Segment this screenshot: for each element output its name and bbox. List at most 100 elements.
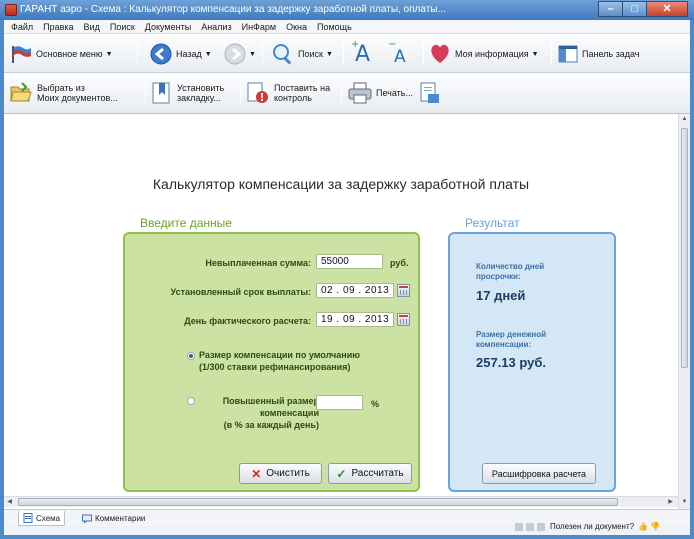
chevron-down-icon: ▼ [531,50,539,58]
menu-search[interactable]: Поиск [105,20,140,33]
input-section-heading: Введите данные [140,216,232,230]
title-bar[interactable]: ГАРАНТ аэро - Схема : Калькулятор компен… [0,0,694,20]
due-date-input[interactable]: 02 . 09 . 2013 [316,283,394,298]
calculate-button-label: Рассчитать [351,468,404,479]
scroll-up-icon[interactable]: ▲ [679,114,690,124]
put-on-control-button[interactable]: Поставить на контроль [247,78,330,108]
tab-scheme-label: Схема [36,513,61,523]
main-menu-button[interactable]: Основное меню ▼ [10,39,113,69]
menu-analysis[interactable]: Анализ [196,20,236,33]
forward-button[interactable]: ▼ [224,39,256,69]
toolbar-separator [423,40,424,66]
calculation-details-button[interactable]: Расшифровка расчета [482,463,596,484]
back-button[interactable]: Назад ▼ [150,39,212,69]
calendar-icon[interactable] [397,284,410,297]
chevron-down-icon: ▼ [249,50,256,58]
result-panel: Количество дней просрочки: 17 дней Разме… [448,232,616,492]
menu-infarm[interactable]: ИнФарм [237,20,281,33]
printer-icon [348,82,372,104]
calendar-icon[interactable] [397,313,410,326]
my-info-label: Моя информация [455,49,529,59]
toolbar-separator [341,79,342,105]
result-section-heading: Результат [465,216,520,230]
thumbs-up-icon[interactable]: 👍 [638,522,648,531]
font-increase-icon: A + [351,37,377,67]
increased-compensation-label-line3: (в % за каждый день) [223,420,319,430]
bookmark-icon [152,82,172,104]
search-label: Поиск [298,49,323,59]
increased-compensation-label-line1: Повышенный размер [222,396,319,406]
default-compensation-label-line1: Размер компенсации по умолчанию [199,350,360,360]
due-date-label: Установленный срок выплаты: [170,287,311,297]
vertical-scrollbar[interactable]: ▲ ▼ [678,114,690,509]
back-label: Назад [176,49,202,59]
print-button[interactable]: Печать... [348,78,413,108]
scroll-right-icon[interactable]: ▶ [665,497,676,507]
control-label-line1: Поставить на [274,83,331,93]
compensation-amount-value: 257.13 руб. [476,355,547,370]
menu-edit[interactable]: Правка [38,20,78,33]
horizontal-scrollbar[interactable]: ◀ ▶ [4,496,678,507]
unpaid-amount-input[interactable]: 55000 [316,254,383,269]
tab-scheme[interactable]: Схема [18,511,66,526]
increased-compensation-label: Повышенный размер компенсации (в % за ка… [191,395,319,431]
horizontal-scroll-thumb[interactable] [18,498,618,506]
comments-icon [82,514,92,524]
document-export-icon [420,82,440,104]
menu-file[interactable]: Файл [6,20,38,33]
svg-text:−: − [388,39,396,50]
toolbar-separator [343,40,344,66]
clear-button[interactable]: ✕ Очистить [239,463,322,484]
scheme-doc-icon [23,513,33,523]
minimize-button[interactable]: – [598,1,622,17]
app-window: ГАРАНТ аэро - Схема : Калькулятор компен… [0,0,694,539]
choose-from-my-docs-button[interactable]: Выбрать из Моих документов... [10,78,118,108]
garant-app-icon [5,4,17,16]
task-panel-label: Панель задач [582,49,640,59]
thumbs-down-icon[interactable]: 👎 [650,522,660,531]
toolbar-separator [262,40,263,66]
decrease-font-button[interactable]: A − [388,36,412,67]
increased-percent-input[interactable] [316,395,363,410]
status-indicator-icon [514,522,523,531]
menu-help[interactable]: Помощь [312,20,357,33]
unpaid-amount-label: Невыплаченная сумма: [205,258,311,268]
control-label-line2: контроль [274,93,312,103]
search-button[interactable]: Поиск ▼ [272,39,333,69]
export-document-button[interactable] [420,78,440,108]
back-arrow-icon [150,43,172,65]
default-compensation-radio[interactable] [187,352,195,360]
choose-docs-label-line1: Выбрать из [37,83,85,93]
close-button[interactable]: ✕ [646,1,688,17]
close-icon: ✕ [662,3,672,15]
scroll-down-icon[interactable]: ▼ [679,497,690,507]
menu-documents[interactable]: Документы [140,20,196,33]
tab-comments[interactable]: Комментарии [78,511,149,526]
toolbar-separator [551,40,552,66]
increase-font-button[interactable]: A + [351,36,377,67]
maximize-button[interactable]: □ [622,1,646,17]
font-decrease-icon: A − [388,37,412,67]
vertical-scroll-thumb[interactable] [681,128,688,368]
scroll-left-icon[interactable]: ◀ [4,497,15,507]
bookmark-label-line1: Установить [177,83,225,93]
set-bookmark-button[interactable]: Установить закладку... [152,78,224,108]
menu-bar: Файл Правка Вид Поиск Документы Анализ И… [4,20,690,34]
control-alert-icon [247,82,269,104]
menu-view[interactable]: Вид [79,20,105,33]
toolbar-separator [240,79,241,105]
compensation-label-line2: компенсации: [476,340,532,349]
overdue-days-label-line1: Количество дней [476,262,545,271]
compensation-amount-label: Размер денежной компенсации: [476,330,546,350]
main-menu-label: Основное меню [36,49,103,59]
menu-windows[interactable]: Окна [281,20,312,33]
calculate-button[interactable]: ✓ Рассчитать [328,463,412,484]
tab-comments-label: Комментарии [95,514,146,523]
calculation-date-label: День фактического расчета: [184,316,311,326]
folder-open-icon [10,82,32,104]
calculation-date-input[interactable]: 19 . 09 . 2013 [316,312,394,327]
task-panel-button[interactable]: Панель задач [558,39,639,69]
my-info-button[interactable]: Моя информация ▼ [429,39,539,69]
toolbar-separator [145,79,146,105]
choose-docs-label-line2: Моих документов... [37,93,118,103]
